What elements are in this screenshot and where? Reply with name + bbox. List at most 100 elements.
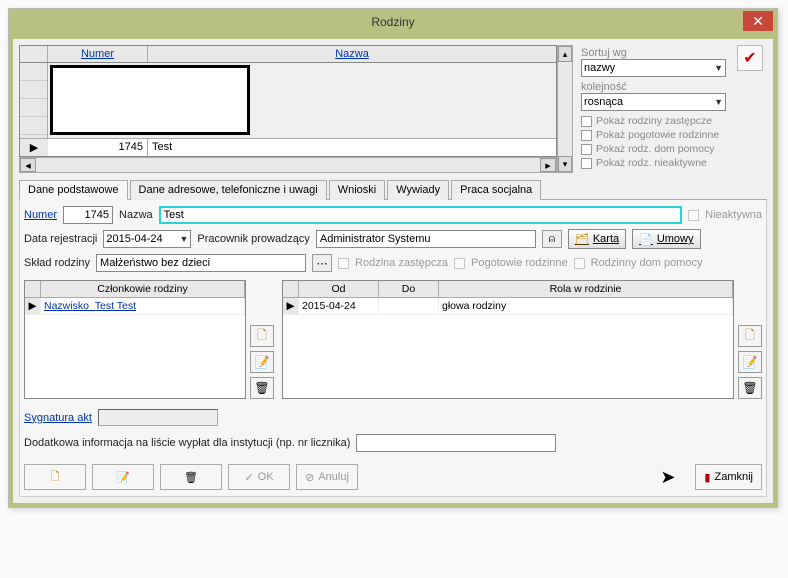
toolbar-edit-button[interactable]: 📝 (92, 464, 154, 490)
filter-pogotowie[interactable]: Pokaż pogotowie rodzinne (581, 129, 729, 141)
karta-button[interactable]: 🗂Karta (568, 229, 626, 249)
nazwa-input[interactable]: Test (159, 206, 683, 224)
role-row[interactable]: ▶ 2015-04-24 głowa rodziny (283, 298, 733, 315)
grid-corner (20, 46, 48, 62)
grid-corner (25, 281, 41, 297)
check-icon: ✓ (244, 471, 253, 484)
role-edit-button[interactable]: 📝 (738, 351, 762, 373)
pogotowie-label: Pogotowie rodzinne (471, 257, 568, 269)
member-new-button[interactable]: 🗋 (250, 325, 274, 347)
chevron-down-icon: ▼ (714, 63, 723, 73)
sort-order-combo[interactable]: rosnąca ▼ (581, 93, 726, 111)
form-panel: Numer 1745 Nazwa Test Nieaktywna Data re… (19, 200, 767, 497)
col-do[interactable]: Do (379, 281, 439, 297)
grid-selected-cell[interactable] (50, 65, 250, 135)
sort-by-combo[interactable]: nazwy ▼ (581, 59, 726, 77)
apply-button[interactable]: ✔ (737, 45, 763, 71)
trash-icon: 🗑 (184, 471, 198, 484)
tab-praca-socjalna[interactable]: Praca socjalna (451, 180, 541, 200)
members-header[interactable]: Członkowie rodziny (41, 281, 245, 297)
filter-nieaktywne[interactable]: Pokaż rodz. nieaktywne (581, 157, 729, 169)
cell-numer: 1745 (48, 139, 148, 156)
tab-dane-podstawowe[interactable]: Dane podstawowe (19, 180, 128, 200)
rodz-dom-checkbox (574, 258, 585, 269)
col-header-nazwa[interactable]: Nazwa (148, 46, 556, 62)
nazwa-label: Nazwa (119, 209, 153, 221)
cell-nazwa: Test (148, 139, 556, 156)
ok-button[interactable]: ✓OK (228, 464, 290, 490)
filter-zastepcze[interactable]: Pokaż rodziny zastępcze (581, 115, 729, 127)
scroll-right-icon[interactable]: ▸ (540, 158, 556, 172)
numer-input[interactable]: 1745 (63, 206, 113, 224)
filter-dom-pomocy[interactable]: Pokaż rodz. dom pomocy (581, 143, 729, 155)
row-pointer: ▶ (25, 298, 41, 314)
main-grid: Numer Nazwa ▶ 1745 Test (19, 45, 573, 173)
members-grid: Członkowie rodziny ▶ Nazwisko_Test Test (24, 280, 246, 399)
sklad-lookup-button[interactable]: ⋯ (312, 254, 332, 272)
zamknij-button[interactable]: ▮Zamknij (695, 464, 762, 490)
chevron-down-icon: ▼ (179, 234, 188, 244)
checkmark-icon: ✔ (743, 48, 756, 68)
sklad-label: Skład rodziny (24, 257, 90, 269)
pracownik-input[interactable]: Administrator Systemu (316, 230, 536, 248)
new-doc-icon: 🗋 (257, 326, 267, 347)
window-rodziny: Rodziny ✕ Numer Nazwa (8, 8, 778, 508)
toolbar-delete-button[interactable]: 🗑 (160, 464, 222, 490)
sort-panel: Sortuj wg nazwy ▼ kolejność rosnąca ▼ Po… (579, 45, 731, 173)
sklad-input[interactable]: Małżeństwo bez dzieci (96, 254, 306, 272)
member-name[interactable]: Nazwisko_Test Test (41, 298, 245, 314)
new-doc-icon: 🗋 (51, 468, 60, 487)
table-row[interactable]: 1745 Test (48, 138, 556, 156)
edit-icon: 📝 (116, 471, 130, 484)
sort-by-value: nazwy (584, 62, 615, 74)
scroll-up-icon[interactable]: ▴ (558, 46, 572, 62)
role-rola: głowa rodziny (439, 298, 733, 314)
cursor-icon: ➤ (660, 467, 675, 488)
umowy-button[interactable]: 📄Umowy (632, 229, 700, 249)
member-edit-button[interactable]: 📝 (250, 351, 274, 373)
grid-vscroll[interactable]: ▴ ▾ (557, 45, 573, 173)
trash-icon: 🗑 (254, 381, 269, 395)
data-rej-label: Data rejestracji (24, 233, 97, 245)
row-pointer: ▶ (20, 138, 48, 156)
checkbox-icon (581, 144, 592, 155)
edit-icon: 📝 (255, 355, 270, 369)
tab-wnioski[interactable]: Wnioski (329, 180, 386, 200)
edit-icon: 📝 (743, 355, 758, 369)
nieaktywna-checkbox (688, 210, 699, 221)
grid-hscroll[interactable]: ◂ ▸ (19, 157, 557, 173)
grid-corner (283, 281, 299, 297)
tab-dane-adresowe[interactable]: Dane adresowe, telefoniczne i uwagi (130, 180, 327, 200)
close-button[interactable]: ✕ (743, 11, 773, 31)
dodatkowa-label: Dodatkowa informacja na liście wypłat dl… (24, 437, 350, 449)
col-od[interactable]: Od (299, 281, 379, 297)
titlebar: Rodziny ✕ (9, 9, 777, 35)
role-do (379, 298, 439, 314)
sygnatura-label[interactable]: Sygnatura akt (24, 412, 92, 424)
checkbox-icon (581, 116, 592, 127)
numer-label[interactable]: Numer (24, 209, 57, 221)
toolbar-new-button[interactable]: 🗋 (24, 464, 86, 490)
roles-side-buttons: 🗋 📝 🗑 (738, 280, 762, 399)
tab-wywiady[interactable]: Wywiady (387, 180, 449, 200)
member-delete-button[interactable]: 🗑 (250, 377, 274, 399)
scroll-down-icon[interactable]: ▾ (558, 156, 572, 172)
row-pointer: ▶ (283, 298, 299, 314)
scroll-left-icon[interactable]: ◂ (20, 158, 36, 172)
nieaktywna-label: Nieaktywna (705, 209, 762, 221)
anuluj-button[interactable]: ⊘Anuluj (296, 464, 358, 490)
col-rola[interactable]: Rola w rodzinie (439, 281, 733, 297)
data-rej-combo[interactable]: 2015-04-24 ▼ (103, 230, 191, 248)
rodz-zast-label: Rodzina zastępcza (355, 257, 448, 269)
roles-grid: Od Do Rola w rodzinie ▶ 2015-04-24 głowa… (282, 280, 734, 399)
sort-order-value: rosnąca (584, 96, 623, 108)
dodatkowa-input[interactable] (356, 434, 556, 452)
role-delete-button[interactable]: 🗑 (738, 377, 762, 399)
member-row[interactable]: ▶ Nazwisko_Test Test (25, 298, 245, 315)
person-icon: ⍝ (549, 233, 556, 246)
role-new-button[interactable]: 🗋 (738, 325, 762, 347)
role-od: 2015-04-24 (299, 298, 379, 314)
order-label: kolejność (581, 81, 729, 93)
col-header-numer[interactable]: Numer (48, 46, 148, 62)
pracownik-lookup-button[interactable]: ⍝ (542, 230, 562, 248)
